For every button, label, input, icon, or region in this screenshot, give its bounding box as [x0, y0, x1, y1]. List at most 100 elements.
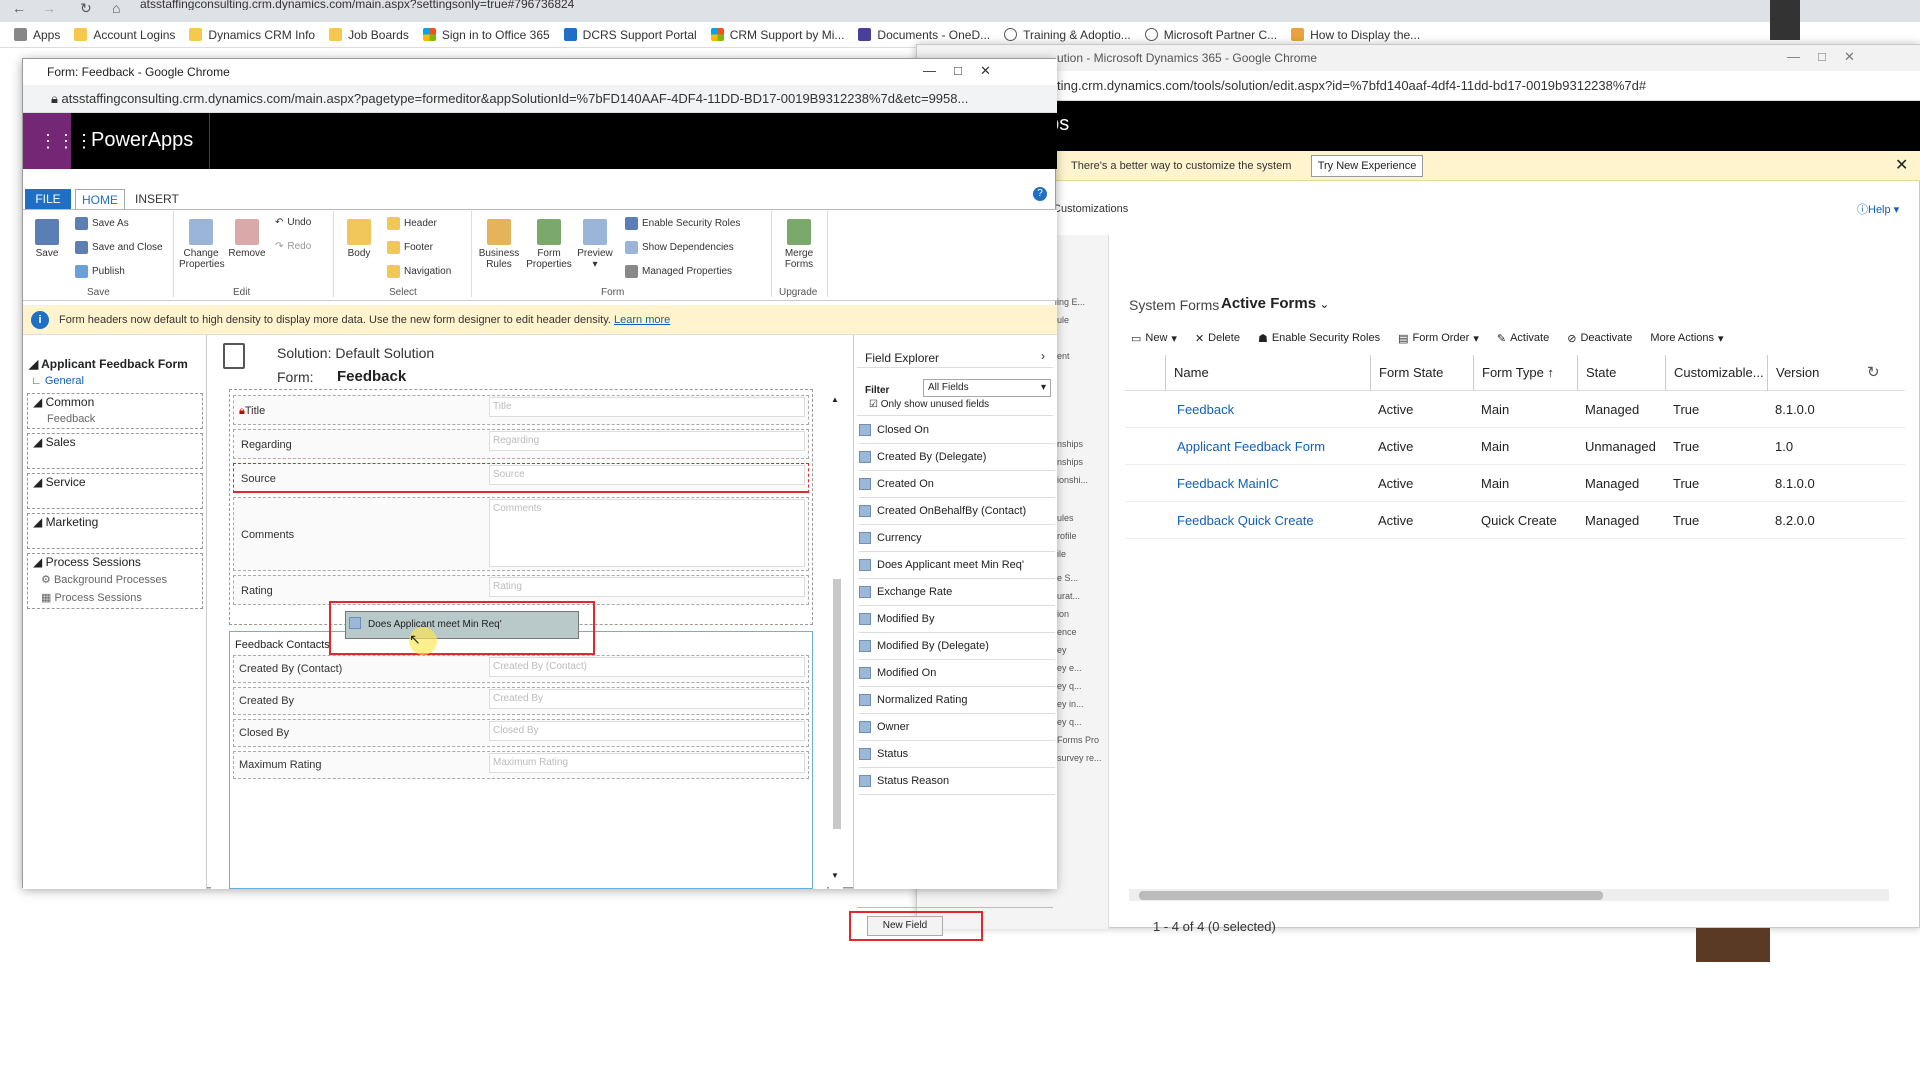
window-controls[interactable]: — □ ✕: [923, 63, 991, 79]
table-row[interactable]: Feedback MainIC Active Main Managed True…: [1125, 465, 1905, 502]
bookmark-item[interactable]: Account Logins: [74, 28, 175, 42]
form-name-link[interactable]: Feedback Quick Create: [1177, 502, 1314, 539]
field-item[interactable]: Modified By: [859, 606, 1055, 633]
field-item[interactable]: Modified By (Delegate): [859, 633, 1055, 660]
bookmark-item[interactable]: Microsoft Partner C...: [1144, 28, 1277, 42]
only-unused-checkbox[interactable]: ☑ Only show unused fields: [869, 399, 989, 410]
scroll-up-icon[interactable]: ▲: [831, 395, 839, 404]
forward-icon[interactable]: →: [42, 0, 56, 16]
table-row[interactable]: Applicant Feedback Form Active Main Unma…: [1125, 428, 1905, 465]
field-item[interactable]: Status Reason: [859, 768, 1055, 795]
nav-process-sessions[interactable]: ◢ Process Sessions: [33, 555, 141, 569]
field-item[interactable]: Owner: [859, 714, 1055, 741]
col-state[interactable]: State: [1577, 355, 1665, 391]
field-item[interactable]: Created On: [859, 471, 1055, 498]
navigation-button[interactable]: Navigation: [387, 265, 451, 278]
tab-insert[interactable]: INSERT: [135, 189, 179, 209]
scroll-down-icon[interactable]: ▼: [831, 871, 839, 880]
nav-common[interactable]: ◢ Common: [33, 395, 94, 409]
refresh-icon[interactable]: ↻: [1867, 363, 1880, 381]
scroll-thumb[interactable]: [833, 579, 841, 829]
tab-file[interactable]: FILE: [25, 189, 71, 209]
field-item[interactable]: Normalized Rating: [859, 687, 1055, 714]
field-item[interactable]: Does Applicant meet Min Req': [859, 552, 1055, 579]
table-row[interactable]: Feedback Active Main Managed True 8.1.0.…: [1125, 391, 1905, 428]
top-address-bar[interactable]: atsstaffingconsulting.crm.dynamics.com/m…: [140, 0, 1440, 10]
field-item[interactable]: Status: [859, 741, 1055, 768]
field-item[interactable]: Exchange Rate: [859, 579, 1055, 606]
enable-security-roles-button[interactable]: Enable Security Roles: [625, 217, 740, 230]
tab-home[interactable]: HOME: [75, 189, 125, 210]
form-name-link[interactable]: Applicant Feedback Form: [1177, 428, 1325, 465]
address-bar[interactable]: 🔒︎ atsstaffingconsulting.crm.dynamics.co…: [23, 85, 1057, 113]
activate-button[interactable]: ✎ Activate: [1497, 332, 1549, 345]
form-properties-button[interactable]: Form Properties: [525, 219, 573, 270]
field-item[interactable]: Closed On: [859, 417, 1055, 444]
bookmark-item[interactable]: CRM Support by Mi...: [710, 28, 844, 42]
table-row[interactable]: Feedback Quick Create Active Quick Creat…: [1125, 502, 1905, 539]
bookmark-item[interactable]: Training & Adoptio...: [1004, 28, 1131, 42]
merge-forms-button[interactable]: Merge Forms: [779, 219, 819, 270]
change-properties-button[interactable]: Change Properties: [179, 219, 225, 270]
undo-button[interactable]: ↶ Undo: [275, 217, 311, 228]
col-customizable[interactable]: Customizable...: [1665, 355, 1767, 391]
window-controls[interactable]: — □ ✕: [1787, 49, 1855, 65]
field-item[interactable]: Currency: [859, 525, 1055, 552]
try-new-experience-button[interactable]: Try New Experience: [1311, 155, 1423, 177]
close-banner-icon[interactable]: ✕: [1895, 155, 1908, 175]
save-button[interactable]: Save: [29, 219, 65, 259]
nav-process-sessions-item[interactable]: ▦ Process Sessions: [41, 591, 142, 604]
delete-button[interactable]: ✕ Delete: [1195, 332, 1240, 345]
address-bar[interactable]: ting.crm.dynamics.com/tools/solution/edi…: [917, 71, 1920, 101]
field-item[interactable]: Modified On: [859, 660, 1055, 687]
nav-marketing[interactable]: ◢ Marketing: [33, 515, 98, 529]
remove-button[interactable]: Remove: [227, 219, 267, 259]
preview-button[interactable]: Preview ▾: [575, 219, 615, 270]
nav-background-processes[interactable]: ⚙ Background Processes: [41, 573, 167, 586]
new-button[interactable]: ▭ New ▾: [1131, 332, 1177, 345]
deactivate-button[interactable]: ⊘ Deactivate: [1567, 332, 1632, 345]
filter-select[interactable]: All Fields ▾: [923, 379, 1051, 397]
publish-button[interactable]: Publish: [75, 265, 125, 278]
bookmark-item[interactable]: Dynamics CRM Info: [189, 28, 315, 42]
footer-button[interactable]: Footer: [387, 241, 433, 254]
col-form-state[interactable]: Form State: [1370, 355, 1473, 391]
header-button[interactable]: Header: [387, 217, 437, 230]
redo-button[interactable]: ↷ Redo: [275, 241, 311, 252]
more-actions-button[interactable]: More Actions ▾: [1650, 332, 1723, 345]
enable-security-roles-button[interactable]: ☗ Enable Security Roles: [1258, 332, 1380, 345]
save-and-close-button[interactable]: Save and Close: [75, 241, 163, 254]
form-order-button[interactable]: ▤ Form Order ▾: [1398, 332, 1479, 345]
nav-feedback[interactable]: Feedback: [47, 413, 95, 425]
help-icon[interactable]: ?: [1033, 187, 1047, 201]
help-link[interactable]: ⓘHelp ▾: [1857, 201, 1899, 217]
dragged-field[interactable]: Does Applicant meet Min Req': [345, 611, 579, 639]
show-dependencies-button[interactable]: Show Dependencies: [625, 241, 734, 254]
view-selector[interactable]: Active Forms ⌄: [1221, 295, 1329, 312]
bookmark-item[interactable]: How to Display the...: [1291, 28, 1420, 42]
field-item[interactable]: Created By (Delegate): [859, 444, 1055, 471]
col-version[interactable]: Version: [1767, 355, 1847, 391]
back-icon[interactable]: ←: [12, 0, 26, 16]
col-name[interactable]: Name: [1165, 355, 1370, 391]
business-rules-button[interactable]: Business Rules: [477, 219, 521, 270]
chevron-right-icon[interactable]: ›: [1041, 349, 1045, 363]
form-name-link[interactable]: Feedback: [1177, 391, 1234, 428]
home-icon[interactable]: ⌂: [112, 0, 120, 16]
bookmark-item[interactable]: Sign in to Office 365: [422, 28, 550, 42]
body-button[interactable]: Body: [341, 219, 377, 259]
new-field-button[interactable]: New Field: [867, 916, 943, 936]
reload-icon[interactable]: ↻: [80, 0, 92, 17]
col-form-type[interactable]: Form Type ↑: [1473, 355, 1577, 391]
nav-service[interactable]: ◢ Service: [33, 475, 86, 489]
bookmark-item[interactable]: DCRS Support Portal: [563, 28, 697, 42]
learn-more-link[interactable]: Learn more: [614, 314, 670, 326]
save-as-button[interactable]: Save As: [75, 217, 129, 230]
nav-general[interactable]: ∟ General: [31, 375, 84, 387]
nav-sales[interactable]: ◢ Sales: [33, 435, 76, 449]
breadcrumb[interactable]: Customizations: [1053, 203, 1128, 215]
field-item[interactable]: Created OnBehalfBy (Contact): [859, 498, 1055, 525]
scroll-thumb[interactable]: [1139, 891, 1603, 900]
form-name-link[interactable]: Feedback MainIC: [1177, 465, 1279, 502]
bookmark-item[interactable]: Job Boards: [329, 28, 409, 42]
